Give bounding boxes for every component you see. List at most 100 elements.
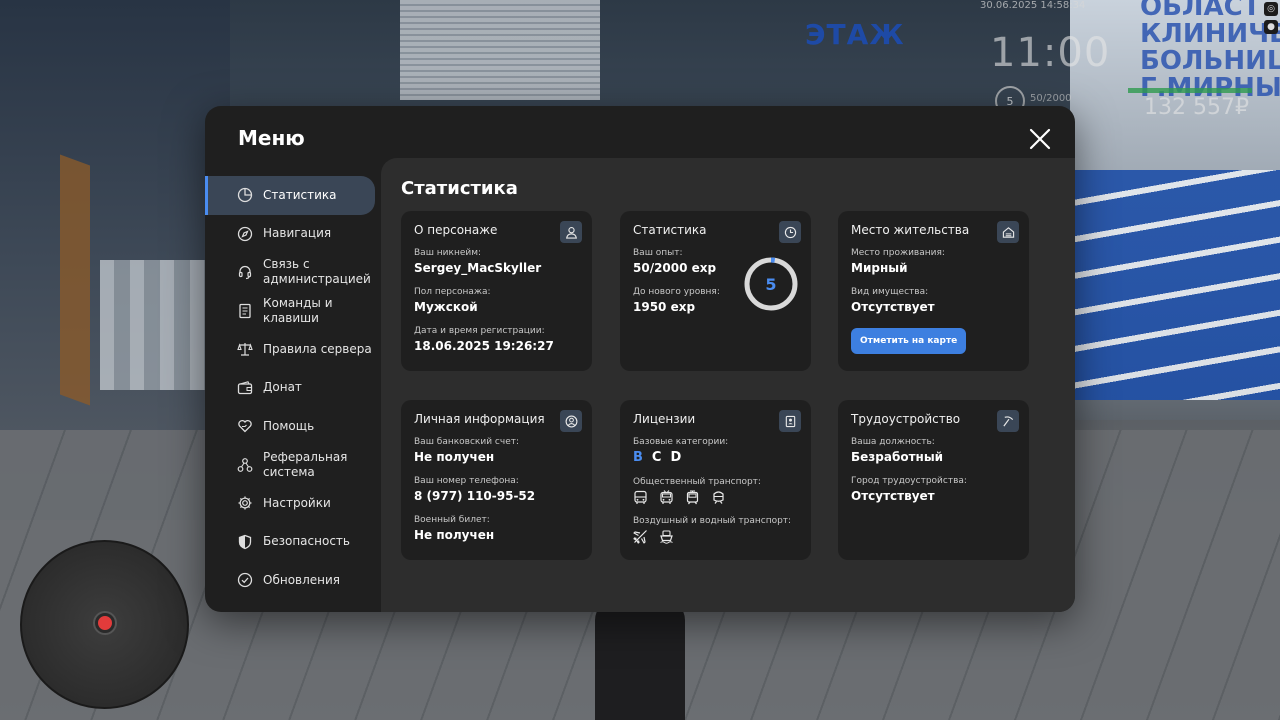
- property-label: Вид имущества:: [851, 287, 929, 297]
- plane-icon: [633, 530, 647, 544]
- registration-value: 18.06.2025 19:26:27: [414, 339, 554, 353]
- card-icon-badge: [779, 410, 801, 432]
- sidebar-nav: Статистика Навигация Связь с администрац…: [205, 176, 381, 600]
- sidebar-item-label: Реферальная система: [263, 449, 348, 479]
- hud-clock: 11:00: [990, 30, 1111, 76]
- property-value: Отсутствует: [851, 300, 935, 314]
- floor-sign: ЭТАЖ: [805, 18, 905, 51]
- reception-counter: [1070, 170, 1280, 400]
- player-character: [595, 600, 685, 720]
- shield-icon: [238, 534, 252, 549]
- clock-icon: [784, 226, 796, 238]
- card-icon-badge: [997, 410, 1019, 432]
- metro-icon: [713, 491, 724, 504]
- military-label: Военный билет:: [414, 515, 490, 525]
- phone-label: Ваш номер телефона:: [414, 476, 519, 486]
- nickname-value: Sergey_MacSkyller: [414, 261, 542, 275]
- sidebar-item-label: Настройки: [263, 495, 331, 510]
- card-licenses: Лицензии Базовые категории: B C D Общест…: [620, 400, 811, 560]
- sidebar-item-statistics[interactable]: Статистика: [205, 176, 375, 215]
- wallet-icon: [237, 380, 253, 394]
- card-title: Трудоустройство: [851, 412, 961, 426]
- player-marker-icon: [95, 613, 115, 633]
- air-water-transport-icons: [633, 529, 798, 544]
- military-value: Не получен: [414, 528, 495, 542]
- sidebar-item-referral[interactable]: Реферальная система: [205, 446, 381, 485]
- sidebar-item-donate[interactable]: Донат: [205, 369, 381, 408]
- bus-icon: [634, 490, 647, 504]
- sidebar-item-label: Команды и клавиши: [263, 295, 333, 325]
- pie-chart-icon: [237, 188, 253, 203]
- network-icon: [237, 457, 253, 472]
- waiting-benches: [100, 260, 210, 390]
- sidebar-item-help[interactable]: Помощь: [205, 407, 381, 446]
- card-title: Личная информация: [414, 412, 545, 426]
- document-icon: [239, 303, 251, 318]
- nickname-label: Ваш никнейм:: [414, 248, 482, 258]
- gender-value: Мужской: [414, 300, 478, 314]
- license-category-c: C: [651, 450, 662, 465]
- sidebar-item-label: Безопасность: [263, 534, 350, 549]
- hud-side-icons: ◎ ●: [1264, 2, 1278, 38]
- base-categories-label: Базовые категории:: [633, 437, 729, 447]
- card-title: Статистика: [633, 223, 707, 237]
- public-transport-icons: [633, 490, 798, 505]
- hospital-sign: ОБЛАСТ КЛИНИЧЕС БОЛЬНИЦА Г.МИРНЫЙ: [1140, 0, 1280, 102]
- registration-label: Дата и время регистрации:: [414, 326, 545, 336]
- position-value: Безработный: [851, 450, 944, 464]
- sidebar-item-admin-contact[interactable]: Связь с администрацией: [205, 253, 381, 292]
- bank-label: Ваш банковский счет:: [414, 437, 520, 447]
- card-title: Лицензии: [633, 412, 696, 426]
- card-title: О персонаже: [414, 223, 498, 237]
- gender-label: Пол персонажа:: [414, 287, 491, 297]
- sidebar-item-security[interactable]: Безопасность: [205, 523, 381, 562]
- user-circle-icon: [565, 415, 577, 427]
- card-personal-info: Личная информация Ваш банковский счет: Н…: [401, 400, 592, 560]
- card-statistics: Статистика Ваш опыт: 50/2000 exp До ново…: [620, 211, 811, 371]
- card-icon-badge: [560, 221, 582, 243]
- card-icon-badge: [779, 221, 801, 243]
- sidebar-item-label: Помощь: [263, 418, 315, 433]
- air-water-transport-label: Воздушный и водный транспорт:: [633, 516, 792, 526]
- trolleybus-icon: [660, 490, 673, 504]
- level-value: 5: [765, 274, 777, 294]
- pickaxe-icon: [1002, 415, 1013, 426]
- card-title: Место жительства: [851, 223, 970, 237]
- sidebar-item-settings[interactable]: Настройки: [205, 484, 381, 523]
- card-employment: Трудоустройство Ваша должность: Безработ…: [838, 400, 1029, 560]
- menu-window: Меню Статистика Навигация Связь с админи…: [205, 106, 1075, 612]
- gear-icon: [238, 496, 252, 510]
- heart-hands-icon: [238, 420, 252, 433]
- sidebar-item-label: Обновления: [263, 572, 341, 587]
- card-icon-badge: [560, 410, 582, 432]
- hud-datetime: 30.06.2025 14:58:34: [980, 0, 1086, 11]
- card-icon-badge: [997, 221, 1019, 243]
- license-categories: B C D: [633, 450, 798, 465]
- public-transport-label: Общественный транспорт:: [633, 477, 761, 487]
- place-label: Место проживания:: [851, 248, 945, 258]
- sidebar-item-navigation[interactable]: Навигация: [205, 215, 381, 254]
- tram-icon: [686, 490, 699, 505]
- sidebar-item-label: Статистика: [263, 187, 337, 202]
- license-category-b: B: [633, 450, 643, 465]
- bank-value: Не получен: [414, 450, 495, 464]
- sidebar-item-commands[interactable]: Команды и клавиши: [205, 292, 381, 331]
- check-circle-icon: [237, 573, 253, 588]
- sidebar-item-label: Связь с администрацией: [263, 257, 371, 287]
- sidebar-item-rules[interactable]: Правила сервера: [205, 330, 381, 369]
- content-panel: Статистика О персонаже Ваш никнейм: Serg…: [381, 158, 1075, 612]
- hud-health-bar: [1128, 88, 1252, 93]
- page-title: Статистика: [401, 178, 518, 199]
- job-city-value: Отсутствует: [851, 489, 935, 503]
- close-button[interactable]: [1027, 126, 1053, 152]
- mark-on-map-button[interactable]: Отметить на карте: [851, 328, 967, 354]
- location-icon: ◎: [1264, 2, 1278, 16]
- microphone-icon: ●: [1264, 20, 1278, 34]
- phone-value: 8 (977) 110-95-52: [414, 489, 536, 503]
- sidebar-item-label: Навигация: [263, 226, 332, 241]
- info-board: [400, 0, 600, 100]
- card-character: О персонаже Ваш никнейм: Sergey_MacSkyll…: [401, 211, 592, 371]
- sidebar-item-updates[interactable]: Обновления: [205, 561, 381, 600]
- compass-icon: [237, 226, 253, 241]
- position-label: Ваша должность:: [851, 437, 935, 447]
